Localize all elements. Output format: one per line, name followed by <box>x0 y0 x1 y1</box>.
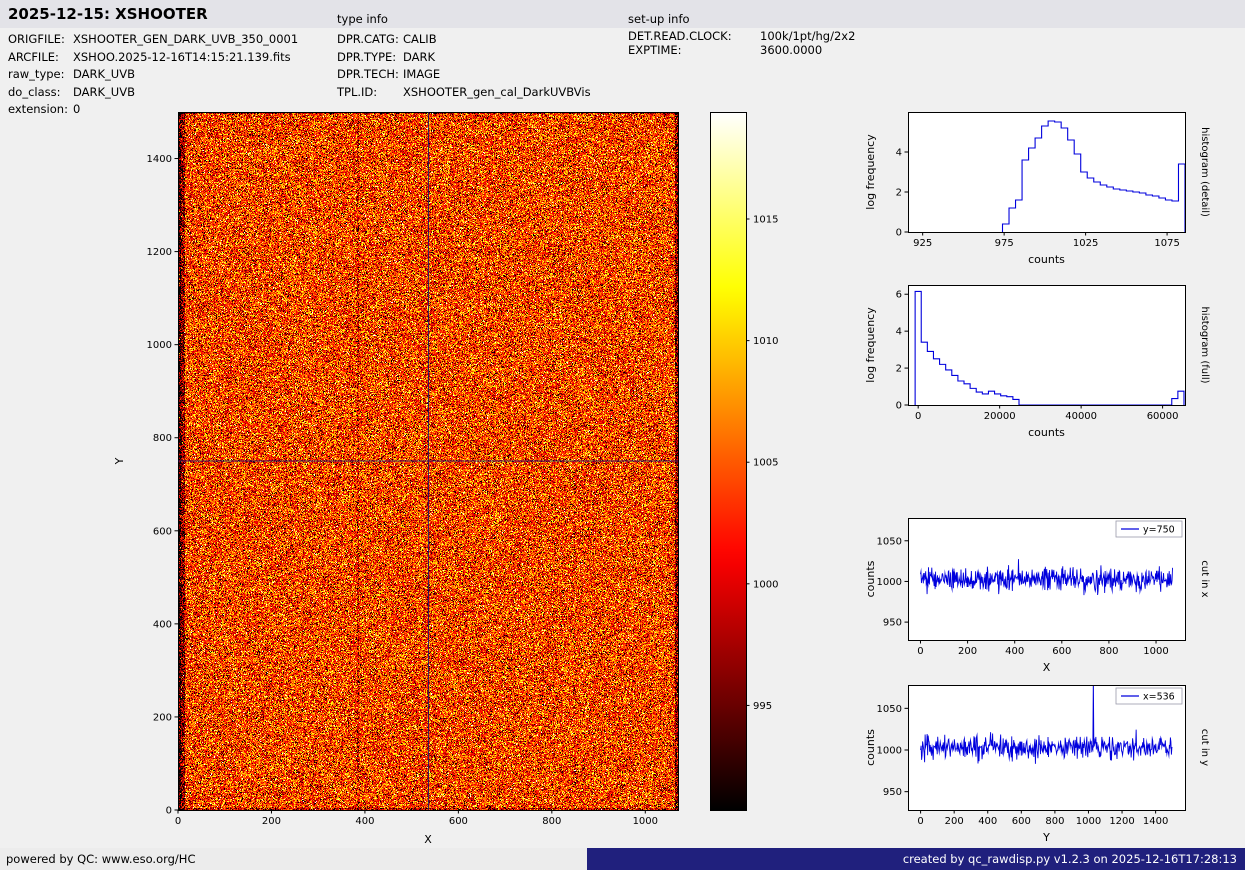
info-value: DARK <box>403 49 435 67</box>
type-info-block: DPR.CATG:CALIBDPR.TYPE:DARKDPR.TECH:IMAG… <box>337 31 591 101</box>
info-label: ORIGFILE: <box>8 31 73 49</box>
info-row: DPR.CATG:CALIB <box>337 31 591 49</box>
info-row: DPR.TYPE:DARK <box>337 49 591 67</box>
info-label: DPR.TYPE: <box>337 49 403 67</box>
type-info-header: type info <box>337 12 388 26</box>
info-row: ARCFILE:XSHOO.2025-12-16T14:15:21.139.fi… <box>8 49 298 67</box>
info-row: DPR.TECH:IMAGE <box>337 66 591 84</box>
info-value: 3600.0000 <box>760 44 822 58</box>
setup-info-header: set-up info <box>628 12 690 26</box>
histogram-full-plot <box>850 268 1235 453</box>
qc-report-page: 2025-12-15: XSHOOTER type info set-up in… <box>0 0 1245 870</box>
info-value: 0 <box>73 101 80 119</box>
page-title: 2025-12-15: XSHOOTER <box>8 5 208 23</box>
info-label: raw_type: <box>8 66 73 84</box>
info-row: ORIGFILE:XSHOOTER_GEN_DARK_UVB_350_0001 <box>8 31 298 49</box>
footer-bar: powered by QC: www.eso.org/HC created by… <box>0 848 1245 870</box>
info-row: raw_type:DARK_UVB <box>8 66 298 84</box>
cut-in-x-plot <box>850 500 1235 685</box>
info-value: CALIB <box>403 31 437 49</box>
footer-powered-by: powered by QC: www.eso.org/HC <box>0 848 587 870</box>
info-label: do_class: <box>8 84 73 102</box>
info-row: EXPTIME:3600.0000 <box>628 44 855 58</box>
info-label: DPR.CATG: <box>337 31 403 49</box>
info-label: DET.READ.CLOCK: <box>628 30 760 44</box>
info-value: IMAGE <box>403 66 440 84</box>
histogram-detail-plot <box>850 95 1235 280</box>
info-value: 100k/1pt/hg/2x2 <box>760 30 855 44</box>
info-value: XSHOOTER_GEN_DARK_UVB_350_0001 <box>73 31 298 49</box>
main-image-plot <box>90 95 790 870</box>
info-row: DET.READ.CLOCK:100k/1pt/hg/2x2 <box>628 30 855 44</box>
info-label: DPR.TECH: <box>337 66 403 84</box>
info-label: ARCFILE: <box>8 49 73 67</box>
setup-info-block: DET.READ.CLOCK:100k/1pt/hg/2x2EXPTIME:36… <box>628 30 855 57</box>
cut-in-y-plot <box>850 668 1235 868</box>
info-value: XSHOO.2025-12-16T14:15:21.139.fits <box>73 49 291 67</box>
info-label: extension: <box>8 101 73 119</box>
info-value: DARK_UVB <box>73 66 135 84</box>
info-label: EXPTIME: <box>628 44 760 58</box>
footer-created-by: created by qc_rawdisp.py v1.2.3 on 2025-… <box>587 848 1245 870</box>
